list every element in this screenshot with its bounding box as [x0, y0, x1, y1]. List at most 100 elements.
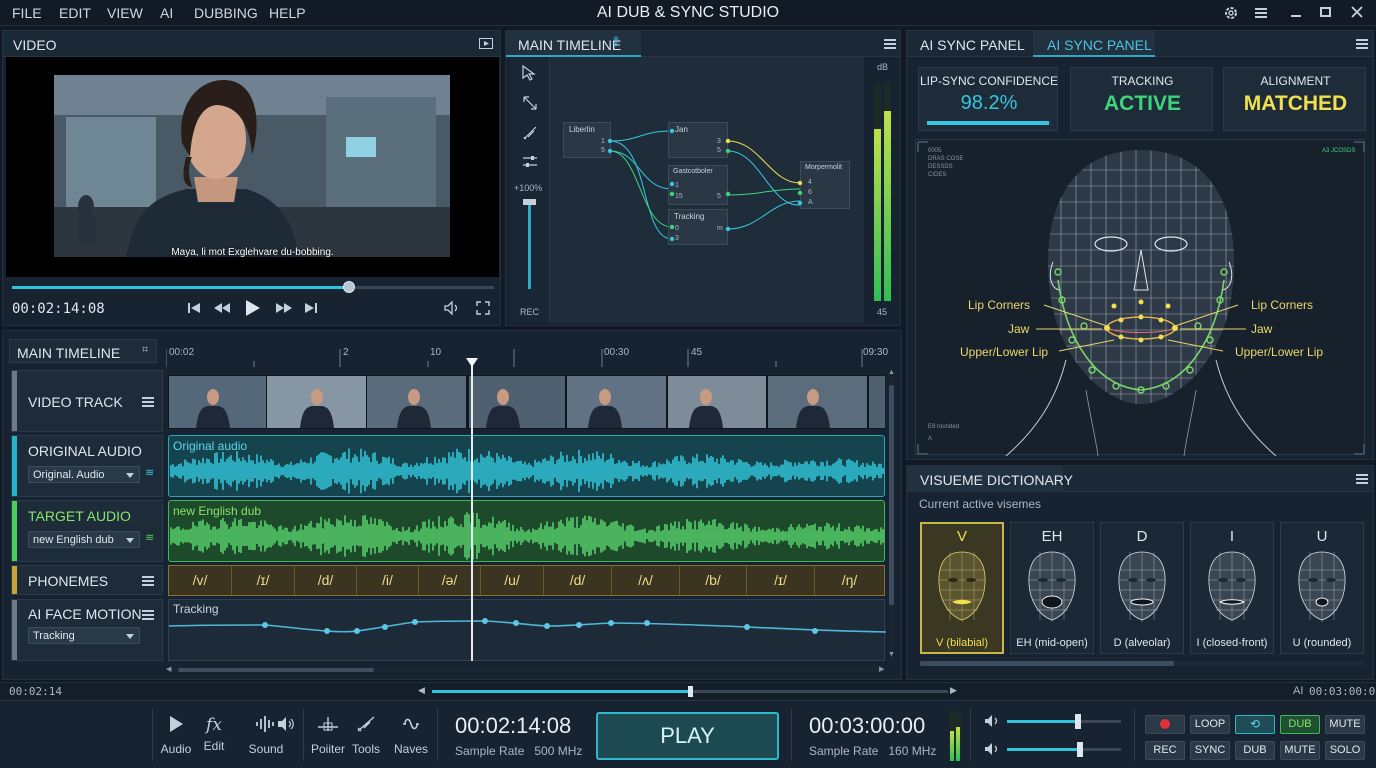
- waveform-icon[interactable]: ≋: [145, 531, 154, 544]
- face-motion-track-header[interactable]: AI FACE MOTION Tracking: [11, 599, 163, 661]
- video-viewport[interactable]: Maya, li mot Exglehvare du-bobbing.: [6, 57, 499, 277]
- face-view[interactable]: Lip Corners Jaw Upper/Lower Lip Lip Corn…: [915, 139, 1365, 456]
- phoneme[interactable]: /ʌ/: [612, 566, 680, 595]
- phoneme[interactable]: /i/: [357, 566, 419, 595]
- pin-icon[interactable]: ⌗: [142, 344, 148, 357]
- viseme-card-i[interactable]: I I (closed-front): [1190, 522, 1274, 654]
- volume-icon-1[interactable]: [984, 714, 1000, 728]
- timeline-hscroll-thumb[interactable]: [178, 668, 374, 672]
- video-panel-icon[interactable]: [479, 38, 493, 49]
- video-track-menu-icon[interactable]: [142, 397, 154, 399]
- node-timeline-menu-icon[interactable]: [884, 39, 896, 41]
- tools-tool[interactable]: Tools: [348, 715, 384, 756]
- status-scroll-left-icon[interactable]: ◀: [418, 685, 425, 696]
- phoneme[interactable]: /d/: [544, 566, 612, 595]
- timeline-hscrollbar[interactable]: [168, 667, 885, 673]
- viseme-scrollbar[interactable]: [920, 661, 1364, 666]
- zoom-slider-handle[interactable]: [523, 199, 536, 205]
- menu-dubbing[interactable]: DUBBING: [194, 5, 258, 21]
- phonemes-menu-icon[interactable]: [142, 576, 154, 578]
- phoneme[interactable]: /ɪ/: [232, 566, 295, 595]
- restore-icon[interactable]: [1320, 7, 1331, 17]
- node-tracking[interactable]: Tracking 0 3 m: [668, 209, 728, 245]
- fast-forward-icon[interactable]: [276, 302, 292, 314]
- volume-icon-2[interactable]: [984, 742, 1000, 756]
- viseme-card-eh[interactable]: EH EH (mid-open): [1010, 522, 1094, 654]
- play-button[interactable]: PLAY: [596, 712, 779, 760]
- resize-tool-icon[interactable]: [522, 95, 538, 111]
- status-scrubber[interactable]: [432, 686, 948, 697]
- volume-slider-1-handle[interactable]: [1074, 714, 1081, 729]
- menu-edit[interactable]: EDIT: [59, 5, 91, 21]
- play-icon[interactable]: [245, 299, 261, 317]
- phoneme[interactable]: /u/: [481, 566, 544, 595]
- viseme-title[interactable]: VISUEME DICTIONARY: [920, 472, 1073, 488]
- volume-slider-2[interactable]: [1007, 742, 1121, 757]
- speaker-tool[interactable]: [272, 715, 300, 736]
- menu-file[interactable]: FILE: [12, 5, 42, 21]
- pointer-tool[interactable]: Poiiter: [309, 715, 347, 756]
- timeline-vscrollbar[interactable]: [889, 371, 894, 661]
- video-track-header[interactable]: VIDEO TRACK: [11, 370, 163, 432]
- face-motion-menu-icon[interactable]: [142, 610, 154, 612]
- dub-button[interactable]: DUB: [1235, 741, 1275, 760]
- target-audio-clip[interactable]: new English dub: [168, 500, 885, 562]
- tab-ai-sync-1[interactable]: AI SYNC PANEL: [920, 37, 1025, 53]
- status-scroll-right-icon[interactable]: ▶: [950, 685, 957, 696]
- skip-forward-icon[interactable]: [305, 302, 317, 314]
- naves-tool[interactable]: Naves: [392, 715, 430, 756]
- ai-sync-menu-icon[interactable]: [1356, 39, 1368, 41]
- timeline-vscroll-thumb[interactable]: [889, 385, 894, 605]
- timeline-playhead[interactable]: [471, 361, 473, 661]
- scroll-down-icon[interactable]: ▼: [888, 651, 895, 658]
- audio-tool[interactable]: Audio: [158, 715, 194, 756]
- rec-button[interactable]: REC: [1145, 741, 1185, 760]
- status-scrubber-handle[interactable]: [687, 686, 693, 697]
- playhead-handle[interactable]: [466, 358, 478, 368]
- hscroll-left-icon[interactable]: ◀: [166, 665, 171, 673]
- video-progress-track[interactable]: [12, 281, 494, 293]
- rewind-icon[interactable]: [214, 302, 230, 314]
- viseme-scroll-thumb[interactable]: [920, 661, 1174, 666]
- fullscreen-icon[interactable]: [476, 301, 490, 315]
- phoneme[interactable]: /b/: [680, 566, 747, 595]
- viseme-card-u[interactable]: U U (rounded): [1280, 522, 1364, 654]
- phonemes-track-header[interactable]: PHONEMES: [11, 565, 163, 595]
- node-jan[interactable]: Jan 3 5: [668, 122, 728, 158]
- phonemes-strip[interactable]: /v/ /ɪ/ /d/ /i/ /ə/ /u/ /d/ /ʌ/ /b/ /ɪ/ …: [168, 565, 885, 596]
- node-gastcotboler[interactable]: Gastcotboler 1 15 5: [668, 165, 728, 205]
- target-audio-track-header[interactable]: TARGET AUDIO new English dub ≋: [11, 500, 163, 562]
- edit-tool[interactable]: fx Edit: [196, 715, 232, 753]
- close-icon[interactable]: [1351, 6, 1363, 18]
- mute-button[interactable]: MUTE: [1325, 715, 1365, 734]
- settings-icon[interactable]: [1223, 5, 1239, 21]
- dub-toggle-button[interactable]: DUB: [1280, 715, 1320, 734]
- phoneme[interactable]: /ŋ/: [815, 566, 884, 595]
- original-audio-clip[interactable]: Original audio: [168, 435, 885, 497]
- original-audio-select[interactable]: Original. Audio: [28, 466, 140, 483]
- app-menu-icon[interactable]: [1255, 8, 1267, 10]
- tab-ai-sync-2[interactable]: AI SYNC PANEL: [1047, 37, 1152, 53]
- menu-ai[interactable]: AI: [160, 5, 173, 21]
- node-graph-canvas[interactable]: Liberlin 1 5 Jan 3 5 Gastcotboler 1 15 5…: [550, 57, 864, 323]
- record-button[interactable]: [1145, 715, 1185, 734]
- sync-button[interactable]: SYNC: [1190, 741, 1230, 760]
- solo-button[interactable]: SOLO: [1325, 741, 1365, 760]
- sync-loop-button[interactable]: ⟲: [1235, 715, 1275, 734]
- menu-view[interactable]: VIEW: [107, 5, 143, 21]
- pointer-tool-icon[interactable]: [522, 65, 536, 81]
- menu-help[interactable]: HELP: [269, 5, 306, 21]
- minimize-icon[interactable]: [1291, 15, 1301, 17]
- video-progress-handle[interactable]: [343, 281, 356, 293]
- video-track-thumbnails[interactable]: [168, 375, 885, 429]
- viseme-card-d[interactable]: D D (alveolar): [1100, 522, 1184, 654]
- scroll-up-icon[interactable]: ▲: [888, 369, 895, 376]
- timeline-ruler[interactable]: 00:02 2 10 00:30 45 09:30: [166, 343, 889, 367]
- phoneme[interactable]: /d/: [295, 566, 357, 595]
- node-liberlin[interactable]: Liberlin 1 5: [563, 122, 611, 158]
- zoom-slider[interactable]: [523, 199, 536, 289]
- volume-icon[interactable]: [444, 301, 460, 315]
- phoneme[interactable]: /v/: [169, 566, 232, 595]
- node-morpermolit[interactable]: Morpermolit 4 6 A: [800, 161, 850, 209]
- target-audio-select[interactable]: new English dub: [28, 531, 140, 548]
